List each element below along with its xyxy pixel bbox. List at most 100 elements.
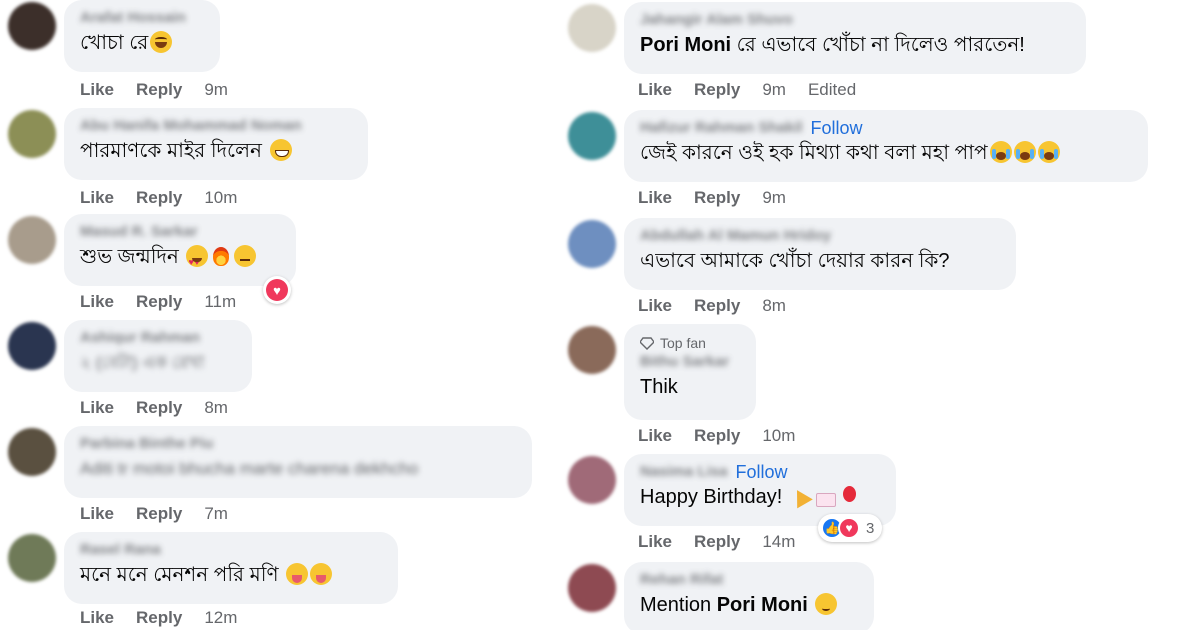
comment-timestamp[interactable]: 11m <box>204 292 236 312</box>
reaction-count: 3 <box>866 519 875 537</box>
reply-button[interactable]: Reply <box>694 296 740 316</box>
comment-author[interactable]: Hafizur Rahman Shakil <box>640 118 803 138</box>
crying-emoji-icon <box>989 141 1012 163</box>
crying-emoji-icon <box>1037 141 1060 163</box>
balloon-emoji-icon <box>838 485 860 507</box>
tongue-emoji-icon <box>286 563 309 585</box>
comment-actions: Like Reply 12m <box>80 608 237 628</box>
avatar[interactable] <box>568 4 616 52</box>
cake-emoji-icon <box>814 485 836 507</box>
avatar[interactable] <box>8 110 56 158</box>
comment-timestamp[interactable]: 12m <box>204 608 237 628</box>
comment-text: এভাবে আমাকে খোঁচা দেয়ার কারন কি? <box>640 250 950 272</box>
reply-button[interactable]: Reply <box>694 80 740 100</box>
avatar[interactable] <box>568 220 616 268</box>
comment-actions: Like Reply 11m <box>80 292 236 312</box>
comment-author[interactable]: Rasel Rana <box>80 540 382 560</box>
comment-author[interactable]: Masud R. Sarkar <box>80 222 280 242</box>
comment-text: খোচা রে <box>80 28 204 58</box>
comment-bubble: Parbina Binthe Piu Aditi tr motoi bhucha… <box>64 426 532 498</box>
reply-button[interactable]: Reply <box>136 504 182 524</box>
like-button[interactable]: Like <box>638 532 672 552</box>
party-popper-emoji-icon <box>790 485 812 507</box>
comment-author[interactable]: Rehan Rifat <box>640 570 858 590</box>
comment-text: শুভ জন্মদিন <box>80 242 280 277</box>
relieved-emoji-icon <box>815 593 838 615</box>
comment-actions: Like Reply 8m <box>80 398 228 418</box>
like-button[interactable]: Like <box>638 188 672 208</box>
reply-button[interactable]: Reply <box>694 188 740 208</box>
comment-text: Happy Birthday! <box>640 482 880 512</box>
like-button[interactable]: Like <box>638 80 672 100</box>
comment-author[interactable]: Bithu Sarkar <box>640 352 740 372</box>
like-button[interactable]: Like <box>80 398 114 418</box>
comment-bubble: Masud R. Sarkar শুভ জন্মদিন <box>64 214 296 286</box>
avatar[interactable] <box>8 216 56 264</box>
comment-actions: Like Reply 10m <box>638 426 795 446</box>
like-button[interactable]: Like <box>80 504 114 524</box>
follow-button[interactable]: Follow <box>811 118 863 138</box>
comment-timestamp[interactable]: 8m <box>204 398 228 418</box>
reply-button[interactable]: Reply <box>136 608 182 628</box>
reply-button[interactable]: Reply <box>136 398 182 418</box>
comment-author[interactable]: Nasima Lisa <box>640 462 728 482</box>
avatar[interactable] <box>568 564 616 612</box>
reply-button[interactable]: Reply <box>694 426 740 446</box>
comment-bubble: Hafizur Rahman Shakil Follow জেই কারনে ও… <box>624 110 1148 182</box>
comment-timestamp[interactable]: 10m <box>204 188 237 208</box>
comment-actions: Like Reply 9m <box>80 80 228 100</box>
comment-timestamp[interactable]: 9m <box>762 188 786 208</box>
comment-actions: Like Reply 9m <box>638 188 786 208</box>
avatar[interactable] <box>8 322 56 370</box>
comment-bubble: Abdullah Al Mamun Hridoy এভাবে আমাকে খোঁ… <box>624 218 1016 290</box>
like-button[interactable]: Like <box>80 188 114 208</box>
love-reaction-icon[interactable]: ♥ <box>263 276 291 304</box>
comment-bubble: Rasel Rana মনে মনে মেনশন পরি মণি <box>64 532 398 604</box>
avatar[interactable] <box>8 534 56 582</box>
comment-author[interactable]: Jahangir Alam Shuvo <box>640 10 1070 30</box>
like-button[interactable]: Like <box>80 608 114 628</box>
reactions-summary[interactable]: 👍 ♥ 3 <box>818 514 883 542</box>
comment-timestamp[interactable]: 9m <box>762 80 786 100</box>
comment-bubble: Rehan Rifat Mention Pori Moni <box>624 562 874 630</box>
avatar[interactable] <box>568 112 616 160</box>
like-button[interactable]: Like <box>80 292 114 312</box>
reply-button[interactable]: Reply <box>136 80 182 100</box>
avatar[interactable] <box>8 2 56 50</box>
comment-text: পারমাণকে মাইর দিলেন <box>80 136 352 166</box>
top-fan-badge: Top fan <box>640 334 740 352</box>
comment-timestamp[interactable]: 10m <box>762 426 795 446</box>
like-button[interactable]: Like <box>638 426 672 446</box>
like-button[interactable]: Like <box>638 296 672 316</box>
grinning-emoji-icon <box>269 139 292 161</box>
comment-text: Pori Moni রে এভাবে খোঁচা না দিলেও পারতেন… <box>640 34 1025 56</box>
comment-author[interactable]: Abu Hanifa Mohammad Noman <box>80 116 352 136</box>
reply-button[interactable]: Reply <box>136 292 182 312</box>
comment-actions: Like Reply 7m <box>80 504 228 524</box>
comment-actions: Like Reply 10m <box>80 188 237 208</box>
avatar[interactable] <box>568 326 616 374</box>
laughing-emoji-icon <box>150 31 173 53</box>
love-reaction-icon: ♥ <box>838 517 860 539</box>
reply-button[interactable]: Reply <box>136 188 182 208</box>
comment-timestamp[interactable]: 7m <box>204 504 228 524</box>
comment-author[interactable]: Ashiqur Rahman <box>80 328 236 348</box>
avatar[interactable] <box>8 428 56 476</box>
comment-timestamp[interactable]: 14m <box>762 532 795 552</box>
comment-actions: Like Reply 8m <box>638 296 786 316</box>
comment-author[interactable]: Arafat Hossain <box>80 8 204 28</box>
mention-link[interactable]: Pori Moni <box>640 34 731 56</box>
comment-timestamp[interactable]: 8m <box>762 296 786 316</box>
comment-text: Aditi tr motoi bhucha marte charena dekh… <box>80 459 419 478</box>
follow-button[interactable]: Follow <box>736 462 788 482</box>
comment-bubble: Ashiqur Rahman ২ (বেটা) এক রেখা <box>64 320 252 392</box>
avatar[interactable] <box>568 456 616 504</box>
like-button[interactable]: Like <box>80 80 114 100</box>
fire-emoji-icon <box>210 245 232 267</box>
comment-author[interactable]: Parbina Binthe Piu <box>80 434 516 454</box>
comment-author[interactable]: Abdullah Al Mamun Hridoy <box>640 226 1000 246</box>
reply-button[interactable]: Reply <box>694 532 740 552</box>
comment-timestamp[interactable]: 9m <box>204 80 228 100</box>
comment-text: মনে মনে মেনশন পরি মণি <box>80 560 382 590</box>
mention-link[interactable]: Pori Moni <box>717 594 808 616</box>
